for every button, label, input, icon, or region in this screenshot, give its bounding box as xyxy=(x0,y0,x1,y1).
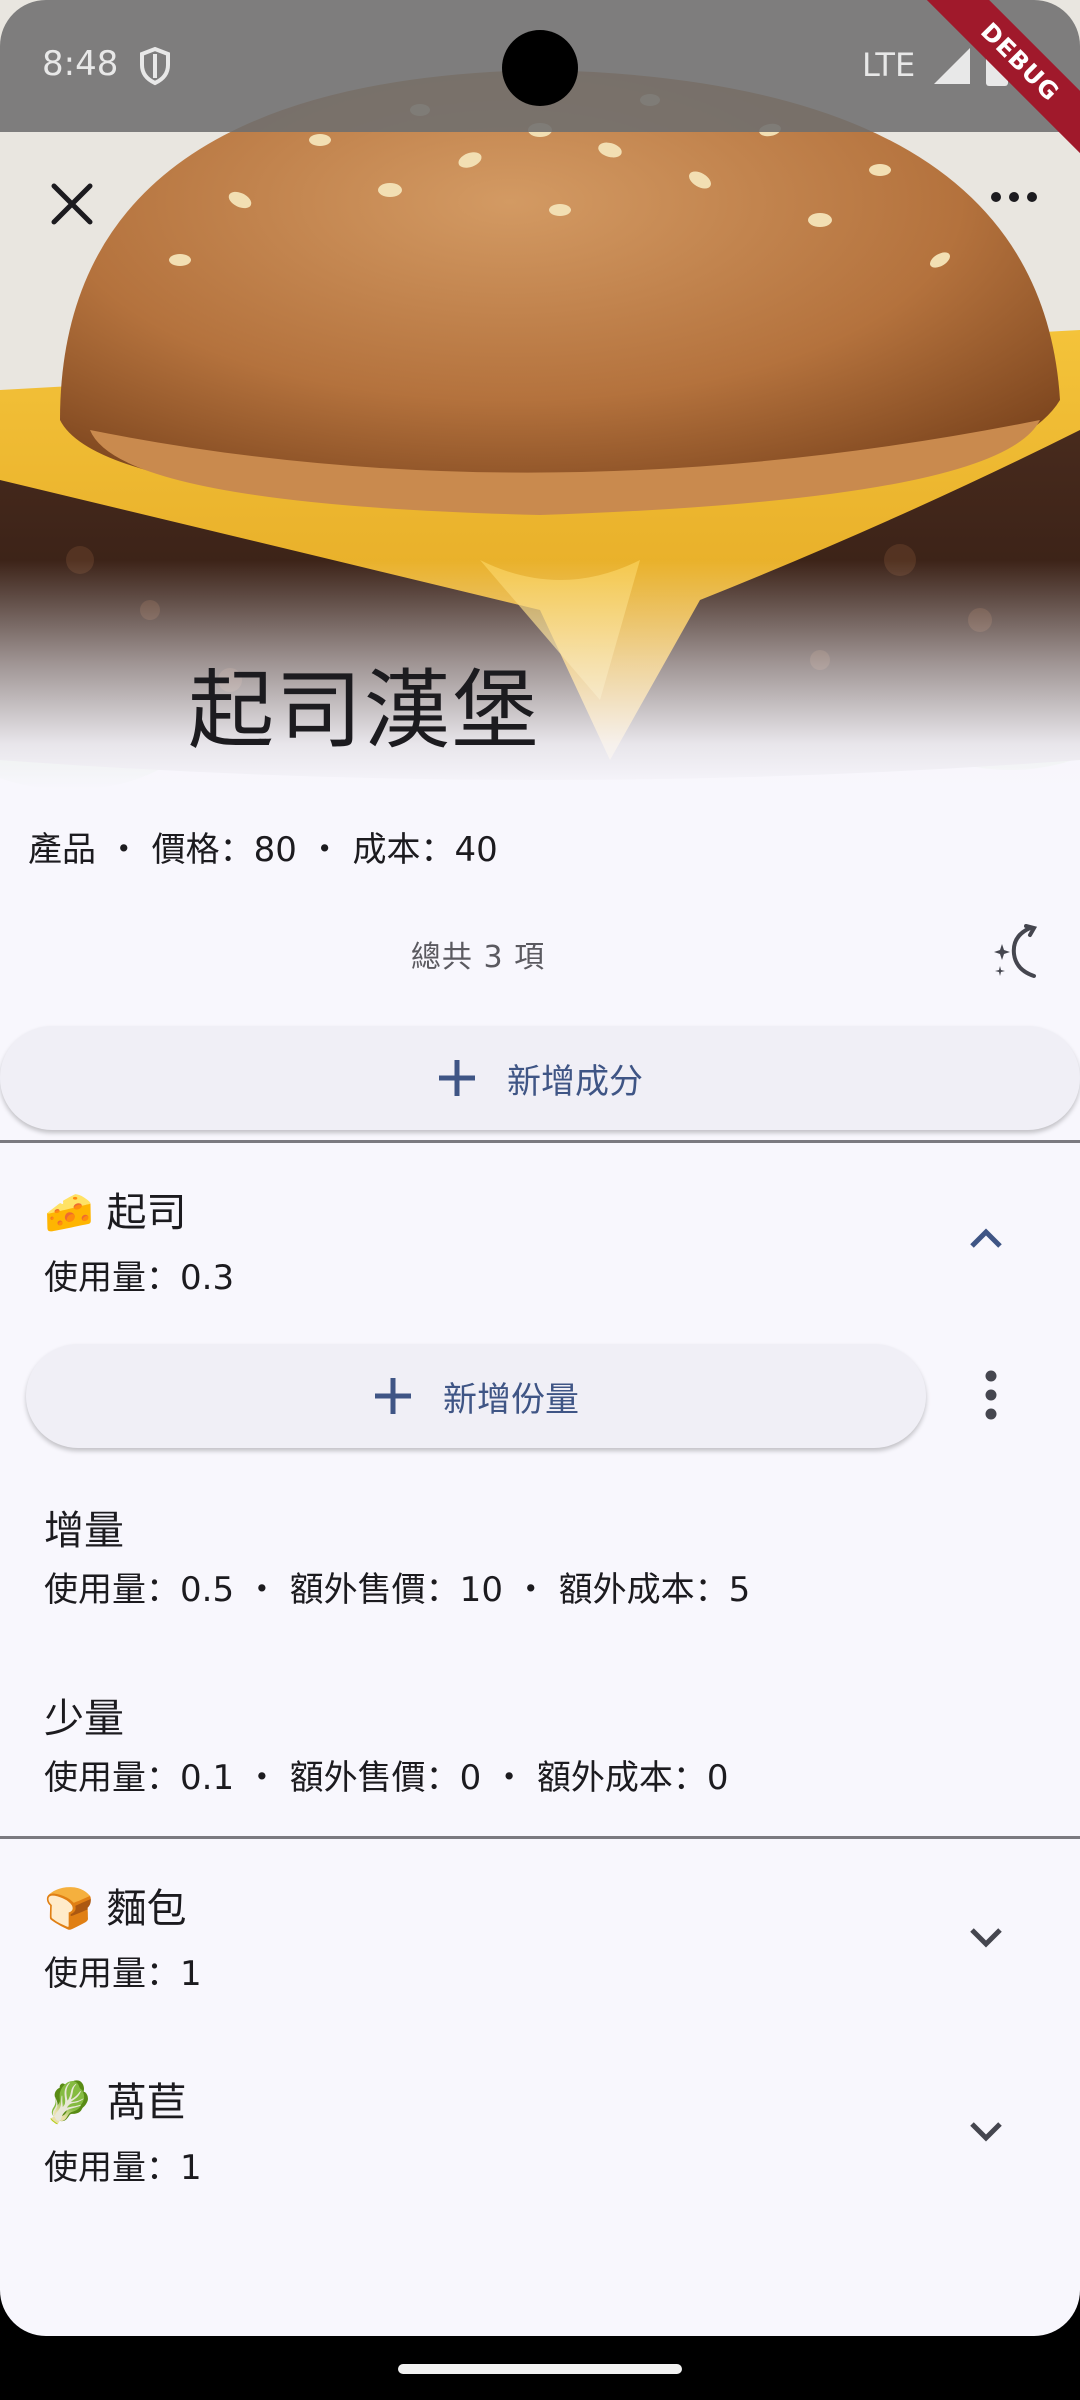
portion-detail: 使用量：0.1 ・ 額外售價：0 ・ 額外成本：0 xyxy=(44,1758,729,1798)
network-type: LTE xyxy=(862,46,916,84)
ingredient-usage: 使用量：1 xyxy=(44,1954,202,1994)
ingredient-usage: 使用量：0.3 xyxy=(44,1258,235,1298)
divider xyxy=(0,1140,1080,1143)
status-time: 8:48 xyxy=(42,44,119,84)
close-icon[interactable] xyxy=(44,176,100,232)
product-info-line: 產品 ・ 價格：80 ・ 成本：40 xyxy=(28,830,498,870)
cheese-icon: 🧀 xyxy=(44,1190,94,1236)
add-icon xyxy=(439,1060,475,1096)
ingredient-name: 起司 xyxy=(106,1190,187,1236)
add-ingredient-button[interactable]: 新增成分 xyxy=(0,1026,1080,1130)
status-bar: 8:48 LTE DEBUG xyxy=(0,0,1080,170)
bread-icon: 🍞 xyxy=(44,1886,94,1932)
add-icon xyxy=(375,1378,411,1414)
hero-fade-overlay xyxy=(0,560,1080,790)
front-camera xyxy=(502,30,578,106)
chevron-up-icon[interactable] xyxy=(966,1222,1006,1252)
ingredient-header-bread[interactable]: 🍞 麵包 xyxy=(44,1876,187,1934)
add-portion-label: 新增份量 xyxy=(443,1379,579,1420)
ingredient-header-cheese[interactable]: 🧀 起司 xyxy=(44,1180,187,1238)
divider xyxy=(0,1836,1080,1839)
lettuce-icon: 🥬 xyxy=(44,2080,94,2126)
more-vert-icon[interactable] xyxy=(978,1370,1004,1420)
ingredient-count: 總共 3 項 xyxy=(410,940,546,975)
add-portion-button[interactable]: 新增份量 xyxy=(26,1344,926,1448)
auto-fix-icon[interactable] xyxy=(990,922,1044,982)
more-horiz-icon[interactable] xyxy=(990,190,1038,204)
portion-name[interactable]: 增量 xyxy=(44,1498,124,1556)
portion-name[interactable]: 少量 xyxy=(44,1686,124,1744)
add-ingredient-label: 新增成分 xyxy=(507,1061,643,1102)
ingredient-name: 萵苣 xyxy=(106,2080,187,2126)
shield-icon xyxy=(140,46,170,86)
signal-icon xyxy=(934,48,970,84)
chevron-down-icon[interactable] xyxy=(966,1922,1006,1952)
ingredient-header-lettuce[interactable]: 🥬 萵苣 xyxy=(44,2070,187,2128)
app-screen: 起司漢堡 8:48 LTE DEBUG 產品 ・ 價格：80 ・ 成本：40 總… xyxy=(0,0,1080,2336)
ingredient-usage: 使用量：1 xyxy=(44,2148,202,2188)
product-title: 起司漢堡 xyxy=(188,661,540,761)
chevron-down-icon[interactable] xyxy=(966,2116,1006,2146)
portion-detail: 使用量：0.5 ・ 額外售價：10 ・ 額外成本：5 xyxy=(44,1570,751,1610)
ingredient-name: 麵包 xyxy=(106,1886,187,1932)
gesture-nav-bar[interactable] xyxy=(398,2364,682,2374)
